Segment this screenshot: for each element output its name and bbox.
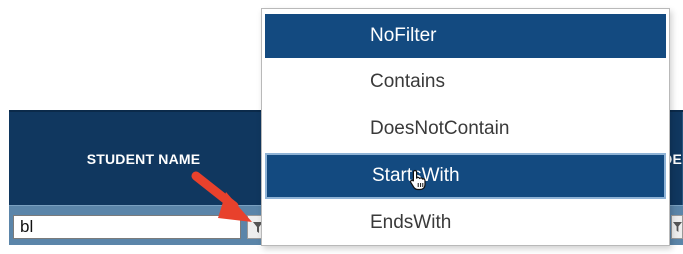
hand-pointer-icon: [409, 169, 426, 191]
column-header-label: STUDENT NAME: [86, 150, 201, 167]
filter-options-menu: NoFilter Contains DoesNotContain StartsW…: [261, 8, 670, 246]
menu-item-label: DoesNotContain: [370, 118, 510, 139]
menu-item-nofilter[interactable]: NoFilter: [265, 14, 666, 58]
funnel-icon: [672, 222, 682, 232]
filter-menu-button[interactable]: [671, 215, 683, 239]
menu-item-label: EndsWith: [370, 212, 452, 233]
menu-item-label: Contains: [370, 71, 445, 92]
menu-item-doesnotcontain[interactable]: DoesNotContain: [265, 107, 666, 151]
grid-body: [9, 245, 683, 254]
red-arrow-annotation: [191, 171, 252, 222]
menu-item-contains[interactable]: Contains: [265, 60, 666, 104]
menu-item-endswith[interactable]: EndsWith: [265, 201, 666, 245]
menu-item-startswith[interactable]: StartsWith: [265, 153, 666, 199]
menu-item-label: NoFilter: [370, 25, 437, 46]
